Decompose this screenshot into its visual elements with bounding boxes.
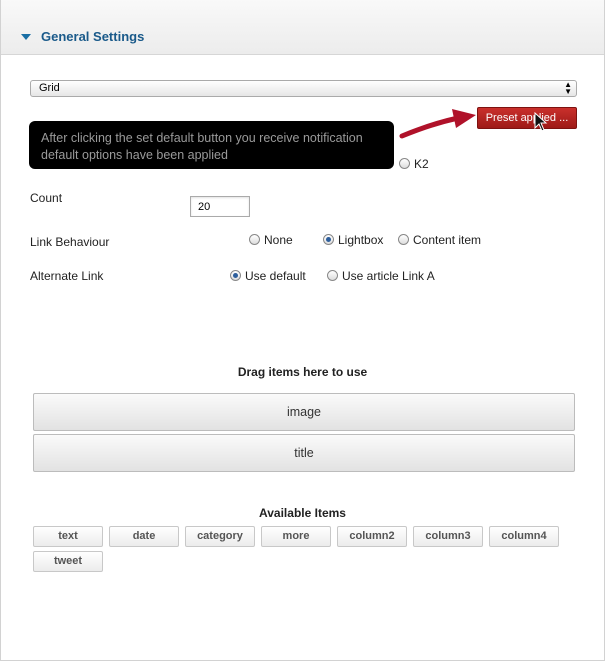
- content-item-label: Content item: [413, 233, 482, 247]
- k2-radio[interactable]: [399, 158, 410, 169]
- none-radio[interactable]: [249, 234, 260, 245]
- available-item-column3[interactable]: column3: [413, 526, 483, 547]
- lightbox-radio[interactable]: [323, 234, 334, 245]
- notification-tooltip: After clicking the set default button yo…: [29, 121, 394, 169]
- available-item-date[interactable]: date: [109, 526, 179, 547]
- link-behaviour-label: Link Behaviour: [30, 235, 110, 249]
- use-default-radio[interactable]: [230, 270, 241, 281]
- link-behaviour-lightbox[interactable]: Lightbox: [323, 233, 383, 247]
- layout-select[interactable]: Grid ▲ ▼: [30, 80, 577, 97]
- tooltip-line-2: default options have been applied: [41, 148, 228, 162]
- preset-applied-button[interactable]: Preset applied ...: [477, 107, 577, 129]
- alternate-link-article-a[interactable]: Use article Link A: [327, 269, 435, 283]
- available-item-text[interactable]: text: [33, 526, 103, 547]
- available-items-title: Available Items: [259, 506, 346, 520]
- annotation-arrow-icon: [399, 109, 476, 139]
- none-label: None: [264, 233, 293, 247]
- alternate-link-label: Alternate Link: [30, 269, 104, 283]
- drag-item-image[interactable]: image: [33, 393, 575, 431]
- lightbox-label: Lightbox: [338, 233, 384, 247]
- source-option-k2[interactable]: K2: [399, 157, 429, 171]
- panel-title: General Settings: [41, 29, 145, 44]
- k2-label: K2: [414, 157, 429, 171]
- use-article-link-radio[interactable]: [327, 270, 338, 281]
- drag-area-title: Drag items here to use: [237, 365, 368, 379]
- use-article-link-label: Use article Link A: [342, 269, 435, 283]
- use-default-label: Use default: [245, 269, 306, 283]
- link-behaviour-content-item[interactable]: Content item: [398, 233, 481, 247]
- select-arrows-icon: ▲ ▼: [564, 80, 572, 96]
- mouse-cursor-icon: [534, 112, 548, 132]
- count-input[interactable]: 20: [190, 196, 250, 217]
- available-item-tweet[interactable]: tweet: [33, 551, 103, 572]
- layout-select-value: Grid: [39, 82, 60, 94]
- available-item-column2[interactable]: column2: [337, 526, 407, 547]
- available-item-column4[interactable]: column4: [489, 526, 559, 547]
- available-item-category[interactable]: category: [185, 526, 255, 547]
- available-item-more[interactable]: more: [261, 526, 331, 547]
- drag-item-title[interactable]: title: [33, 434, 575, 472]
- settings-panel: General Settings Grid ▲ ▼ Preset applied …: [0, 0, 605, 661]
- content-item-radio[interactable]: [398, 234, 409, 245]
- collapse-triangle-icon[interactable]: [21, 34, 31, 40]
- link-behaviour-none[interactable]: None: [249, 233, 293, 247]
- count-label: Count: [30, 191, 63, 205]
- panel-header[interactable]: General Settings: [1, 0, 604, 55]
- tooltip-line-1: After clicking the set default button yo…: [41, 131, 363, 145]
- alternate-link-use-default[interactable]: Use default: [230, 269, 306, 283]
